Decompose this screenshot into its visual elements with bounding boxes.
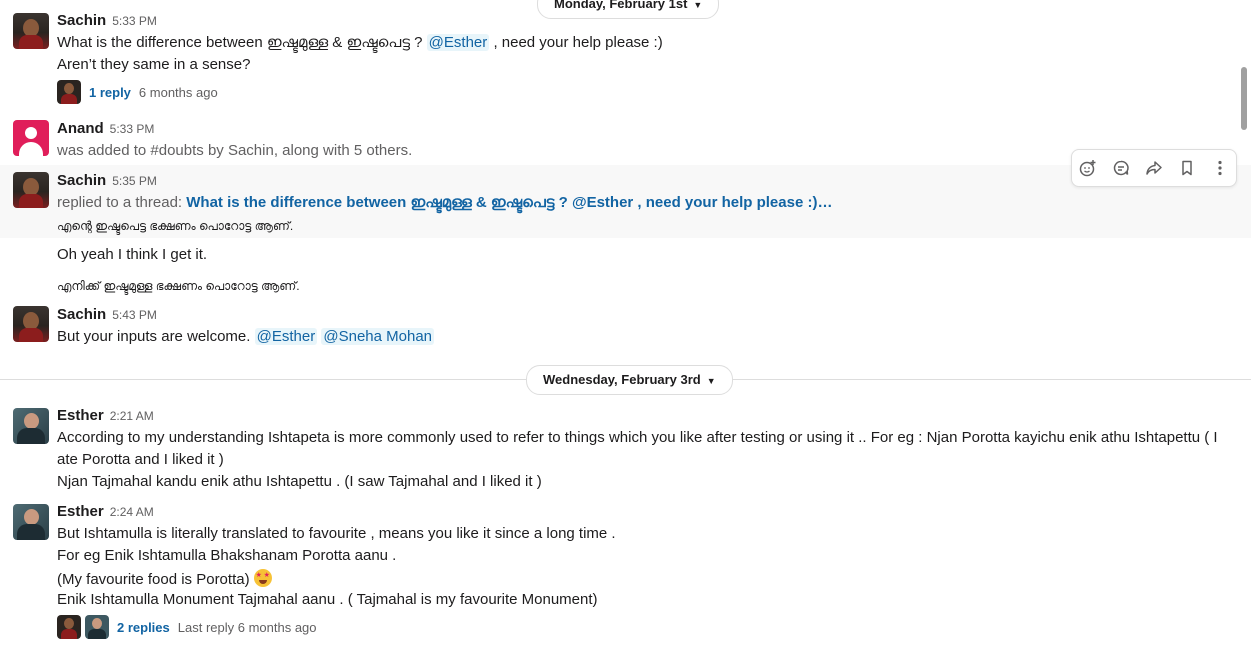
chevron-down-icon: ▼ [693,0,703,10]
message-text: Oh yeah I think I get it. [57,246,208,263]
avatar[interactable] [13,120,49,156]
message-timestamp[interactable]: 5:35 PM [112,174,157,188]
date-label: Wednesday, February 3rd [543,372,701,387]
avatar[interactable] [13,172,49,208]
mention-esther[interactable]: @Esther [254,328,318,345]
avatar [57,615,81,639]
message-timestamp[interactable]: 5:33 PM [110,122,155,136]
message-timestamp[interactable]: 2:24 AM [110,505,154,519]
avatar[interactable] [13,504,49,540]
share-icon[interactable] [1140,154,1168,182]
message-text: But your inputs are welcome. @Esther @Sn… [57,328,435,345]
message-text: Enik Ishtamulla Monument Tajmahal aanu .… [57,591,598,608]
message-text: എന്റെ ഇഷ്ടപെട്ട ഭക്ഷണം പൊറോട്ട ആണ്. [57,219,294,233]
date-label: Monday, February 1st [554,0,688,11]
message-author[interactable]: Esther 2:24 AM [57,503,154,520]
avatar [57,80,81,104]
message-text: According to my understanding Ishtapeta … [57,429,1218,446]
bookmark-icon[interactable] [1173,154,1201,182]
date-divider-wednesday[interactable]: Wednesday, February 3rd ▼ [526,365,733,395]
reply-count-link[interactable]: 1 reply [89,85,131,100]
reply-count-link[interactable]: 2 replies [117,620,170,635]
reply-in-thread-icon[interactable] [1107,154,1135,182]
reply-time: Last reply 6 months ago [177,619,317,635]
add-reaction-icon[interactable] [1074,154,1102,182]
message-text: Njan Tajmahal kandu enik athu Ishtapettu… [57,473,542,490]
thread-replies-bar[interactable]: 2 replies Last reply 6 months ago [57,615,317,639]
system-message: was added to #doubts by Sachin, along wi… [57,142,413,159]
message-author[interactable]: Esther 2:21 AM [57,407,154,424]
thread-replies-bar[interactable]: 1 reply 6 months ago [57,80,218,104]
message-text: ate Porotta and I liked it ) [57,451,224,468]
scrollbar-thumb[interactable] [1241,67,1247,130]
message-text: എനിക്ക് ഇഷ്ടമുള്ള ഭക്ഷണം പൊറോട്ട ആണ്. [57,279,300,293]
star-struck-emoji-icon [253,569,272,587]
more-actions-icon[interactable] [1206,154,1234,182]
message-text: (My favourite food is Porotta) [57,569,272,588]
reply-time: 6 months ago [138,84,218,100]
message-timestamp[interactable]: 5:43 PM [112,308,157,322]
message-text: What is the difference between ഇഷ്ടമുള്ള… [57,34,663,51]
message-timestamp[interactable]: 5:33 PM [112,14,157,28]
avatar[interactable] [13,408,49,444]
date-divider-monday[interactable]: Monday, February 1st ▼ [537,0,720,19]
mention-esther[interactable]: @Esther [426,34,490,51]
avatar[interactable] [13,306,49,342]
avatar [85,615,109,639]
message-text: But Ishtamulla is literally translated t… [57,525,616,542]
avatar[interactable] [13,13,49,49]
message-author[interactable]: Sachin 5:33 PM [57,12,157,29]
thread-link[interactable]: What is the difference between ഇഷ്ടമുള്ള… [186,194,832,211]
message-author[interactable]: Sachin 5:35 PM [57,172,157,189]
mention-sneha-mohan[interactable]: @Sneha Mohan [321,328,435,345]
message-author[interactable]: Sachin 5:43 PM [57,306,157,323]
thread-reply-reference: replied to a thread: What is the differe… [57,194,833,211]
chevron-down-icon: ▼ [706,376,716,386]
message-text: For eg Enik Ishtamulla Bhakshanam Porott… [57,547,397,564]
message-text: Aren’t they same in a sense? [57,56,251,73]
message-author[interactable]: Anand 5:33 PM [57,120,154,137]
message-timestamp[interactable]: 2:21 AM [110,409,154,423]
message-actions-toolbar [1071,149,1237,187]
